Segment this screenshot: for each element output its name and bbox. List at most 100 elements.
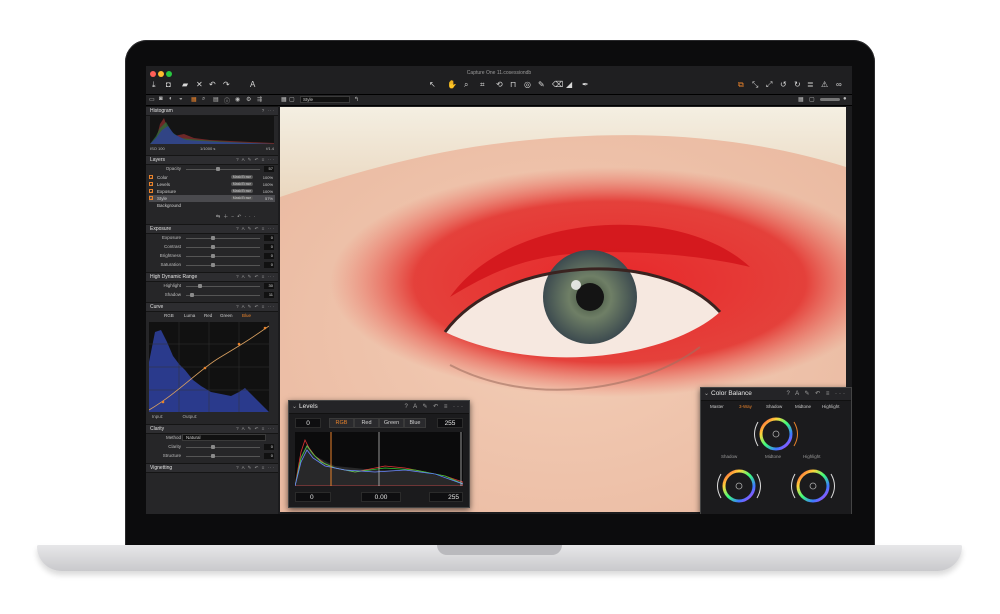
- cb-tab-midtone[interactable]: Midtone: [795, 404, 811, 409]
- brush-icon[interactable]: ✎: [538, 80, 545, 89]
- input-low-field[interactable]: 0: [295, 492, 331, 502]
- curve-tab-blue[interactable]: Blue: [242, 313, 251, 318]
- redo-icon[interactable]: ↷: [223, 80, 230, 89]
- output-tab-icon[interactable]: ◉: [235, 96, 240, 103]
- saturation-value[interactable]: 0: [264, 262, 274, 268]
- hdr-header[interactable]: High Dynamic Range ? A ✎ ↶ ≡ ···: [146, 272, 278, 282]
- layer-item[interactable]: ✓ Levels Mask/Erase 100%: [149, 181, 275, 188]
- panel-controls-icon[interactable]: ? A ✎ ↶ ≡ ···: [404, 403, 465, 410]
- curve-tab-green[interactable]: Green: [220, 313, 233, 318]
- clarity-value[interactable]: 0: [264, 444, 274, 450]
- opacity-track[interactable]: [186, 169, 260, 170]
- section-controls-icon[interactable]: ? A ✎ ↶ ≡ ···: [236, 274, 275, 280]
- gradient-icon[interactable]: ◢: [566, 80, 572, 89]
- slider-knob[interactable]: [198, 284, 202, 288]
- layer-mask-pill[interactable]: Mask/Erase: [231, 196, 253, 200]
- adjust-tab-icon[interactable]: ▤: [213, 96, 219, 103]
- curve-tab-luma[interactable]: Luma: [184, 313, 195, 318]
- levels-tab-red[interactable]: Red: [354, 418, 379, 428]
- collapse-icon[interactable]: ⌄: [704, 390, 709, 397]
- capture-tab-icon[interactable]: ◙: [159, 96, 163, 102]
- slider-track[interactable]: [186, 247, 260, 248]
- color-tab-icon[interactable]: ◒: [179, 96, 183, 102]
- text-icon[interactable]: A: [250, 80, 255, 89]
- shadow-value[interactable]: 11: [264, 292, 274, 298]
- slider-knob[interactable]: [211, 254, 215, 258]
- back-icon[interactable]: ↰: [354, 96, 359, 103]
- zoom-slider[interactable]: [820, 98, 840, 101]
- levels-tab-rgb[interactable]: RGB: [329, 418, 354, 428]
- spot-icon[interactable]: ◎: [524, 80, 531, 89]
- batch-tab-icon[interactable]: ⚙: [246, 96, 251, 103]
- eraser-icon[interactable]: ⌫: [552, 80, 563, 89]
- settings-tab-icon[interactable]: ⇶: [257, 96, 262, 103]
- copy-apply-icon[interactable]: ⧉: [738, 80, 744, 89]
- color-wheels-svg[interactable]: [701, 414, 851, 514]
- slider-track[interactable]: [186, 295, 260, 296]
- zoom-icon[interactable]: ⌕: [464, 80, 468, 89]
- slider-track[interactable]: [186, 447, 260, 448]
- layer-checkbox[interactable]: ✓: [149, 175, 153, 180]
- slider-track[interactable]: [186, 238, 260, 239]
- brightness-value[interactable]: 0: [264, 253, 274, 259]
- slider-knob[interactable]: [190, 293, 194, 297]
- cursor-icon[interactable]: ↖: [429, 80, 436, 89]
- input-high-field[interactable]: 255: [429, 492, 463, 502]
- clarity-header[interactable]: Clarity ? A ✎ ↶ ≡ ···: [146, 424, 278, 434]
- layer-item-selected[interactable]: ✓ Style Mask/Erase 57%: [149, 195, 275, 202]
- output-low-field[interactable]: 0: [295, 418, 321, 428]
- cb-tab-highlight[interactable]: Highlight: [822, 404, 840, 409]
- vignetting-header[interactable]: Vignetting ? A ✎ ↶ ≡ ···: [146, 463, 278, 473]
- slider-knob[interactable]: [211, 236, 215, 240]
- slider-knob[interactable]: [211, 454, 215, 458]
- pan-icon[interactable]: ✋: [447, 80, 457, 89]
- lens-tab-icon[interactable]: ◐: [169, 96, 173, 102]
- delete-icon[interactable]: ✕: [196, 80, 203, 89]
- contrast-value[interactable]: 0: [264, 244, 274, 250]
- layer-checkbox[interactable]: ✓: [149, 189, 153, 194]
- slider-knob[interactable]: [211, 245, 215, 249]
- grid-view-icon[interactable]: ▦: [281, 96, 287, 103]
- output-high-field[interactable]: 255: [437, 418, 463, 428]
- layer-checkbox[interactable]: ✓: [149, 182, 153, 187]
- levels-histogram[interactable]: [294, 432, 464, 487]
- exposure-value[interactable]: 0: [264, 235, 274, 241]
- rotate-right-icon[interactable]: ↻: [794, 80, 801, 89]
- layer-item-background[interactable]: Background: [149, 202, 275, 209]
- list-icon[interactable]: ≣: [807, 80, 814, 89]
- histogram-header[interactable]: Histogram ? ···: [146, 106, 278, 116]
- curve-header[interactable]: Curve ? A ✎ ↶ ≡ ···: [146, 302, 278, 312]
- cb-tab-shadow[interactable]: Shadow: [766, 404, 782, 409]
- warning-icon[interactable]: ⚠: [821, 80, 828, 89]
- viewer-grid-icon[interactable]: ▦: [798, 96, 804, 103]
- layer-item[interactable]: ✓ Exposure Mask/Erase 100%: [149, 188, 275, 195]
- curve-tab-rgb[interactable]: RGB: [164, 313, 174, 318]
- levels-tab-green[interactable]: Green: [379, 418, 404, 428]
- section-controls-icon[interactable]: ? A ✎ ↶ ≡ ···: [236, 226, 275, 232]
- layers-header[interactable]: Layers ? A ✎ ↶ ≡ ···: [146, 155, 278, 165]
- style-select[interactable]: Style: [300, 96, 350, 103]
- slider-knob[interactable]: [211, 445, 215, 449]
- section-controls-icon[interactable]: ? ···: [262, 108, 275, 113]
- rotate-left-icon[interactable]: ↺: [780, 80, 787, 89]
- layer-mask-pill[interactable]: Mask/Erase: [231, 189, 253, 193]
- slider-knob[interactable]: [211, 263, 215, 267]
- rotate-icon[interactable]: ⟲: [496, 80, 503, 89]
- cb-tab-master[interactable]: Master: [710, 404, 724, 409]
- section-controls-icon[interactable]: ? A ✎ ↶ ≡ ···: [236, 426, 275, 432]
- layer-item[interactable]: ✓ Color Mask/Erase 100%: [149, 174, 275, 181]
- user-icon[interactable]: ●: [843, 96, 847, 102]
- crop-icon[interactable]: ⌗: [480, 80, 485, 89]
- single-view-icon[interactable]: ▢: [289, 96, 295, 103]
- undo-icon[interactable]: ↶: [209, 80, 216, 89]
- midtone-field[interactable]: 0.00: [361, 492, 401, 502]
- structure-value[interactable]: 0: [264, 453, 274, 459]
- curve-graph[interactable]: [148, 322, 270, 412]
- layer-mask-pill[interactable]: Mask/Erase: [231, 182, 253, 186]
- metadata-tab-icon[interactable]: ⓘ: [224, 96, 230, 105]
- compare-icon[interactable]: ⤢: [766, 80, 772, 89]
- curve-tab-red[interactable]: Red: [204, 313, 212, 318]
- keystone-icon[interactable]: ⊓: [510, 80, 516, 89]
- panel-controls-icon[interactable]: ? A ✎ ↶ ≡ ···: [786, 390, 847, 397]
- slider-track[interactable]: [186, 256, 260, 257]
